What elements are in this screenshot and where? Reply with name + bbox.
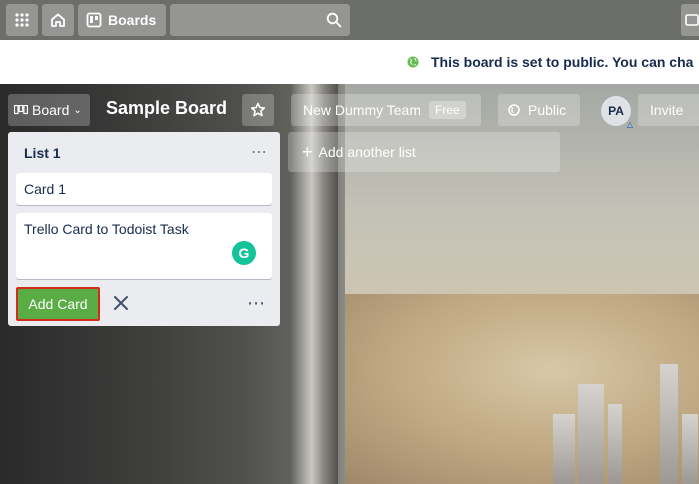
invite-button[interactable]: Invite [638, 94, 699, 126]
public-board-banner: This board is set to public. You can cha [0, 40, 699, 84]
background-tower [578, 384, 604, 484]
background-tower [682, 414, 698, 484]
visibility-label: Public [528, 102, 567, 118]
background-tower [608, 404, 622, 484]
list-title[interactable]: List 1 [24, 145, 61, 161]
add-card-button[interactable]: Add Card [16, 287, 100, 321]
boards-button[interactable]: Boards [78, 4, 167, 36]
create-button[interactable] [681, 4, 699, 36]
home-icon [51, 13, 65, 27]
invite-label: Invite [650, 102, 684, 118]
team-button[interactable]: New Dummy Team Free [291, 94, 481, 126]
board-view-icon [14, 105, 28, 115]
boards-icon [86, 12, 102, 28]
grammarly-icon[interactable]: G [232, 241, 256, 265]
close-icon[interactable] [110, 292, 132, 314]
boards-label: Boards [108, 12, 157, 28]
star-button[interactable] [242, 94, 274, 126]
plan-badge: Free [429, 101, 466, 119]
background-tower [553, 414, 575, 484]
list-column: List 1 ⋯ Card 1 Trello Card to Todoist T… [8, 132, 280, 326]
more-options-icon[interactable]: ⋯ [247, 293, 266, 314]
avatar[interactable]: PA △ [601, 96, 633, 129]
background-city [330, 294, 699, 484]
add-another-list-button[interactable]: + Add another list [288, 132, 560, 172]
banner-text: This board is set to public. You can cha [431, 54, 694, 70]
grid-icon [15, 13, 29, 27]
card[interactable]: Card 1 [16, 173, 272, 205]
plus-icon: + [302, 141, 313, 162]
board-header: Board ⌄ Sample Board New Dummy Team Free… [0, 84, 699, 132]
search-input[interactable] [170, 4, 351, 36]
admin-chevron-icon: △ [626, 120, 633, 129]
add-card-label: Add Card [28, 296, 88, 312]
visibility-button[interactable]: Public [498, 94, 580, 126]
top-nav: Boards [0, 0, 699, 40]
list-menu-icon[interactable]: ⋯ [251, 142, 268, 162]
star-icon [250, 102, 266, 117]
board-view-label: Board [32, 102, 70, 118]
apps-button[interactable] [6, 4, 38, 36]
search-icon [327, 12, 342, 28]
avatar-initials: PA [608, 104, 624, 118]
globe-icon [508, 104, 520, 116]
card-icon [685, 14, 699, 26]
board-view-switcher[interactable]: Board ⌄ [8, 94, 90, 126]
card-title: Card 1 [24, 181, 67, 197]
add-list-label: Add another list [318, 144, 416, 160]
home-button[interactable] [42, 4, 74, 36]
team-label: New Dummy Team [303, 102, 421, 118]
composer-text: Trello Card to Todoist Task [24, 221, 189, 237]
chevron-down-icon: ⌄ [73, 104, 82, 116]
background-tower [660, 364, 678, 484]
board-title[interactable]: Sample Board [106, 98, 227, 119]
card-composer-textarea[interactable]: Trello Card to Todoist Task G [16, 213, 272, 279]
globe-icon [407, 56, 419, 68]
